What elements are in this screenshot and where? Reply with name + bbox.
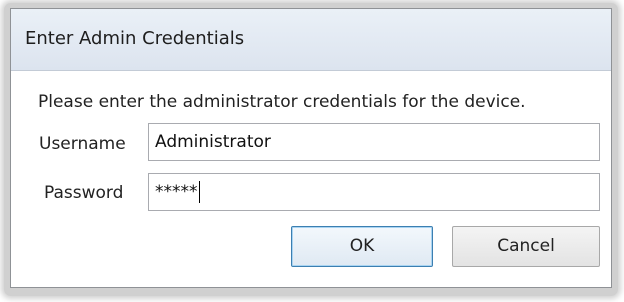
admin-credentials-dialog: Enter Admin Credentials Please enter the… xyxy=(10,8,612,288)
cancel-button[interactable]: Cancel xyxy=(452,226,600,267)
username-input[interactable]: Administrator xyxy=(148,123,600,161)
dialog-title: Enter Admin Credentials xyxy=(25,28,245,49)
ok-button[interactable]: OK xyxy=(291,226,433,267)
username-label: Username xyxy=(39,134,126,154)
password-input[interactable]: ***** xyxy=(148,173,600,211)
username-value: Administrator xyxy=(155,132,271,152)
text-caret xyxy=(198,181,200,203)
password-label: Password xyxy=(44,183,124,203)
password-value: ***** xyxy=(155,182,198,202)
dialog-prompt: Please enter the administrator credentia… xyxy=(38,92,526,112)
dialog-title-bar: Enter Admin Credentials xyxy=(11,9,611,71)
